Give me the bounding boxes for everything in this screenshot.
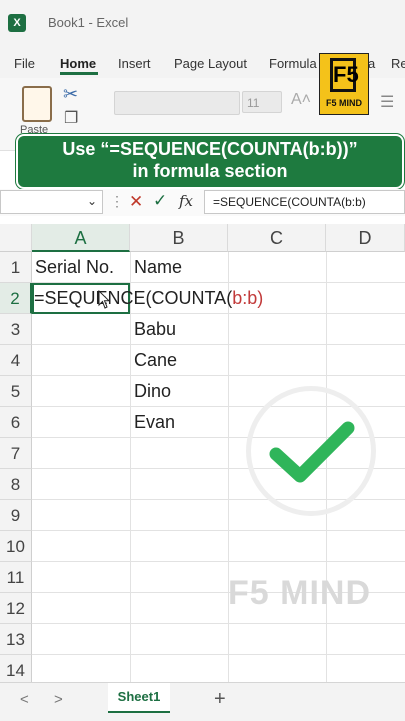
instruction-banner: Use “=SEQUENCE(COUNTA(b:b))” in formula … bbox=[16, 134, 404, 189]
menu-insert[interactable]: Insert bbox=[118, 56, 151, 71]
name-box[interactable]: ⌄ bbox=[0, 190, 103, 214]
column-header-b[interactable]: B bbox=[130, 224, 228, 252]
scroll-sheets-right-icon[interactable]: > bbox=[54, 691, 63, 708]
column-header-a[interactable]: A bbox=[32, 224, 130, 252]
gridline bbox=[32, 344, 405, 345]
active-tab-underline bbox=[60, 72, 98, 75]
row-header-5[interactable]: 5 bbox=[0, 376, 32, 407]
formula-prefix: =SEQUENCE(COUNTA( bbox=[34, 288, 233, 308]
menu-page-layout[interactable]: Page Layout bbox=[174, 56, 247, 71]
logo-mark: F5 bbox=[330, 58, 359, 92]
row-header-8[interactable]: 8 bbox=[0, 469, 32, 500]
logo-text: F5 MIND bbox=[326, 98, 362, 108]
row-header-7[interactable]: 7 bbox=[0, 438, 32, 469]
formula-range-reference: b:b) bbox=[232, 288, 264, 308]
clipboard-paste-icon[interactable] bbox=[22, 86, 52, 122]
cancel-icon[interactable]: ✕ bbox=[129, 192, 143, 212]
row-header-2[interactable]: 2 bbox=[0, 283, 32, 314]
font-size-dropdown[interactable]: 11 bbox=[242, 91, 282, 113]
align-menu-icon[interactable]: ☰ bbox=[380, 92, 394, 112]
add-sheet-button[interactable]: + bbox=[214, 688, 226, 711]
menu-review[interactable]: Re bbox=[391, 56, 405, 71]
cell-b5[interactable]: Dino bbox=[134, 376, 171, 406]
scroll-sheets-left-icon[interactable]: < bbox=[20, 691, 29, 708]
checkmark-icon bbox=[269, 421, 355, 483]
formula-input[interactable]: =SEQUENCE(COUNTA(b:b) bbox=[204, 190, 405, 214]
cell-a1[interactable]: Serial No. bbox=[35, 252, 114, 282]
menu-home[interactable]: Home bbox=[60, 56, 96, 71]
sheet-tab-sheet1[interactable]: Sheet1 bbox=[108, 683, 170, 713]
gridline bbox=[228, 252, 229, 682]
row-header-4[interactable]: 4 bbox=[0, 345, 32, 376]
row-header-10[interactable]: 10 bbox=[0, 531, 32, 562]
menu-file[interactable]: File bbox=[14, 56, 35, 71]
mouse-cursor-icon bbox=[98, 290, 110, 309]
font-name-dropdown[interactable] bbox=[114, 91, 240, 115]
menu-data[interactable]: a bbox=[368, 56, 375, 71]
row-header-6[interactable]: 6 bbox=[0, 407, 32, 438]
f5-mind-logo: F5 F5 MIND bbox=[319, 53, 369, 115]
cell-b3[interactable]: Babu bbox=[134, 314, 176, 344]
scissors-icon[interactable]: ✂ bbox=[63, 84, 78, 105]
cell-b4[interactable]: Cane bbox=[134, 345, 177, 375]
menu-formulas[interactable]: Formula bbox=[269, 56, 317, 71]
column-header-d[interactable]: D bbox=[326, 224, 405, 252]
row-header-12[interactable]: 12 bbox=[0, 593, 32, 624]
row-header-13[interactable]: 13 bbox=[0, 624, 32, 655]
more-options-icon[interactable]: ⋮ bbox=[110, 193, 124, 210]
select-all-corner[interactable] bbox=[0, 224, 32, 252]
gridline bbox=[130, 252, 131, 682]
watermark-text: F5 MIND bbox=[228, 574, 371, 612]
excel-app-icon: X bbox=[8, 14, 26, 32]
copy-icon[interactable]: ❐ bbox=[64, 108, 78, 128]
gridline bbox=[32, 561, 405, 562]
row-header-3[interactable]: 3 bbox=[0, 314, 32, 345]
gridline bbox=[32, 623, 405, 624]
chevron-down-icon[interactable]: ⌄ bbox=[87, 194, 97, 208]
increase-font-size-icon[interactable]: A˄ bbox=[291, 91, 311, 109]
cell-a2-formula[interactable]: =SEQUENCE(COUNTA(b:b) bbox=[34, 283, 263, 313]
insert-function-icon[interactable]: fx bbox=[179, 192, 193, 210]
gridline bbox=[32, 530, 405, 531]
enter-check-icon[interactable]: ✓ bbox=[153, 191, 167, 211]
gridline bbox=[32, 375, 405, 376]
banner-line-2: in formula section bbox=[132, 161, 288, 181]
cell-b1[interactable]: Name bbox=[134, 252, 182, 282]
banner-line-1: Use “=SEQUENCE(COUNTA(b:b))” bbox=[62, 139, 358, 159]
gridline bbox=[32, 654, 405, 655]
row-header-1[interactable]: 1 bbox=[0, 252, 32, 283]
cell-b6[interactable]: Evan bbox=[134, 407, 175, 437]
row-header-11[interactable]: 11 bbox=[0, 562, 32, 593]
window-title: Book1 - Excel bbox=[48, 15, 129, 30]
row-header-9[interactable]: 9 bbox=[0, 500, 32, 531]
column-header-c[interactable]: C bbox=[228, 224, 326, 252]
